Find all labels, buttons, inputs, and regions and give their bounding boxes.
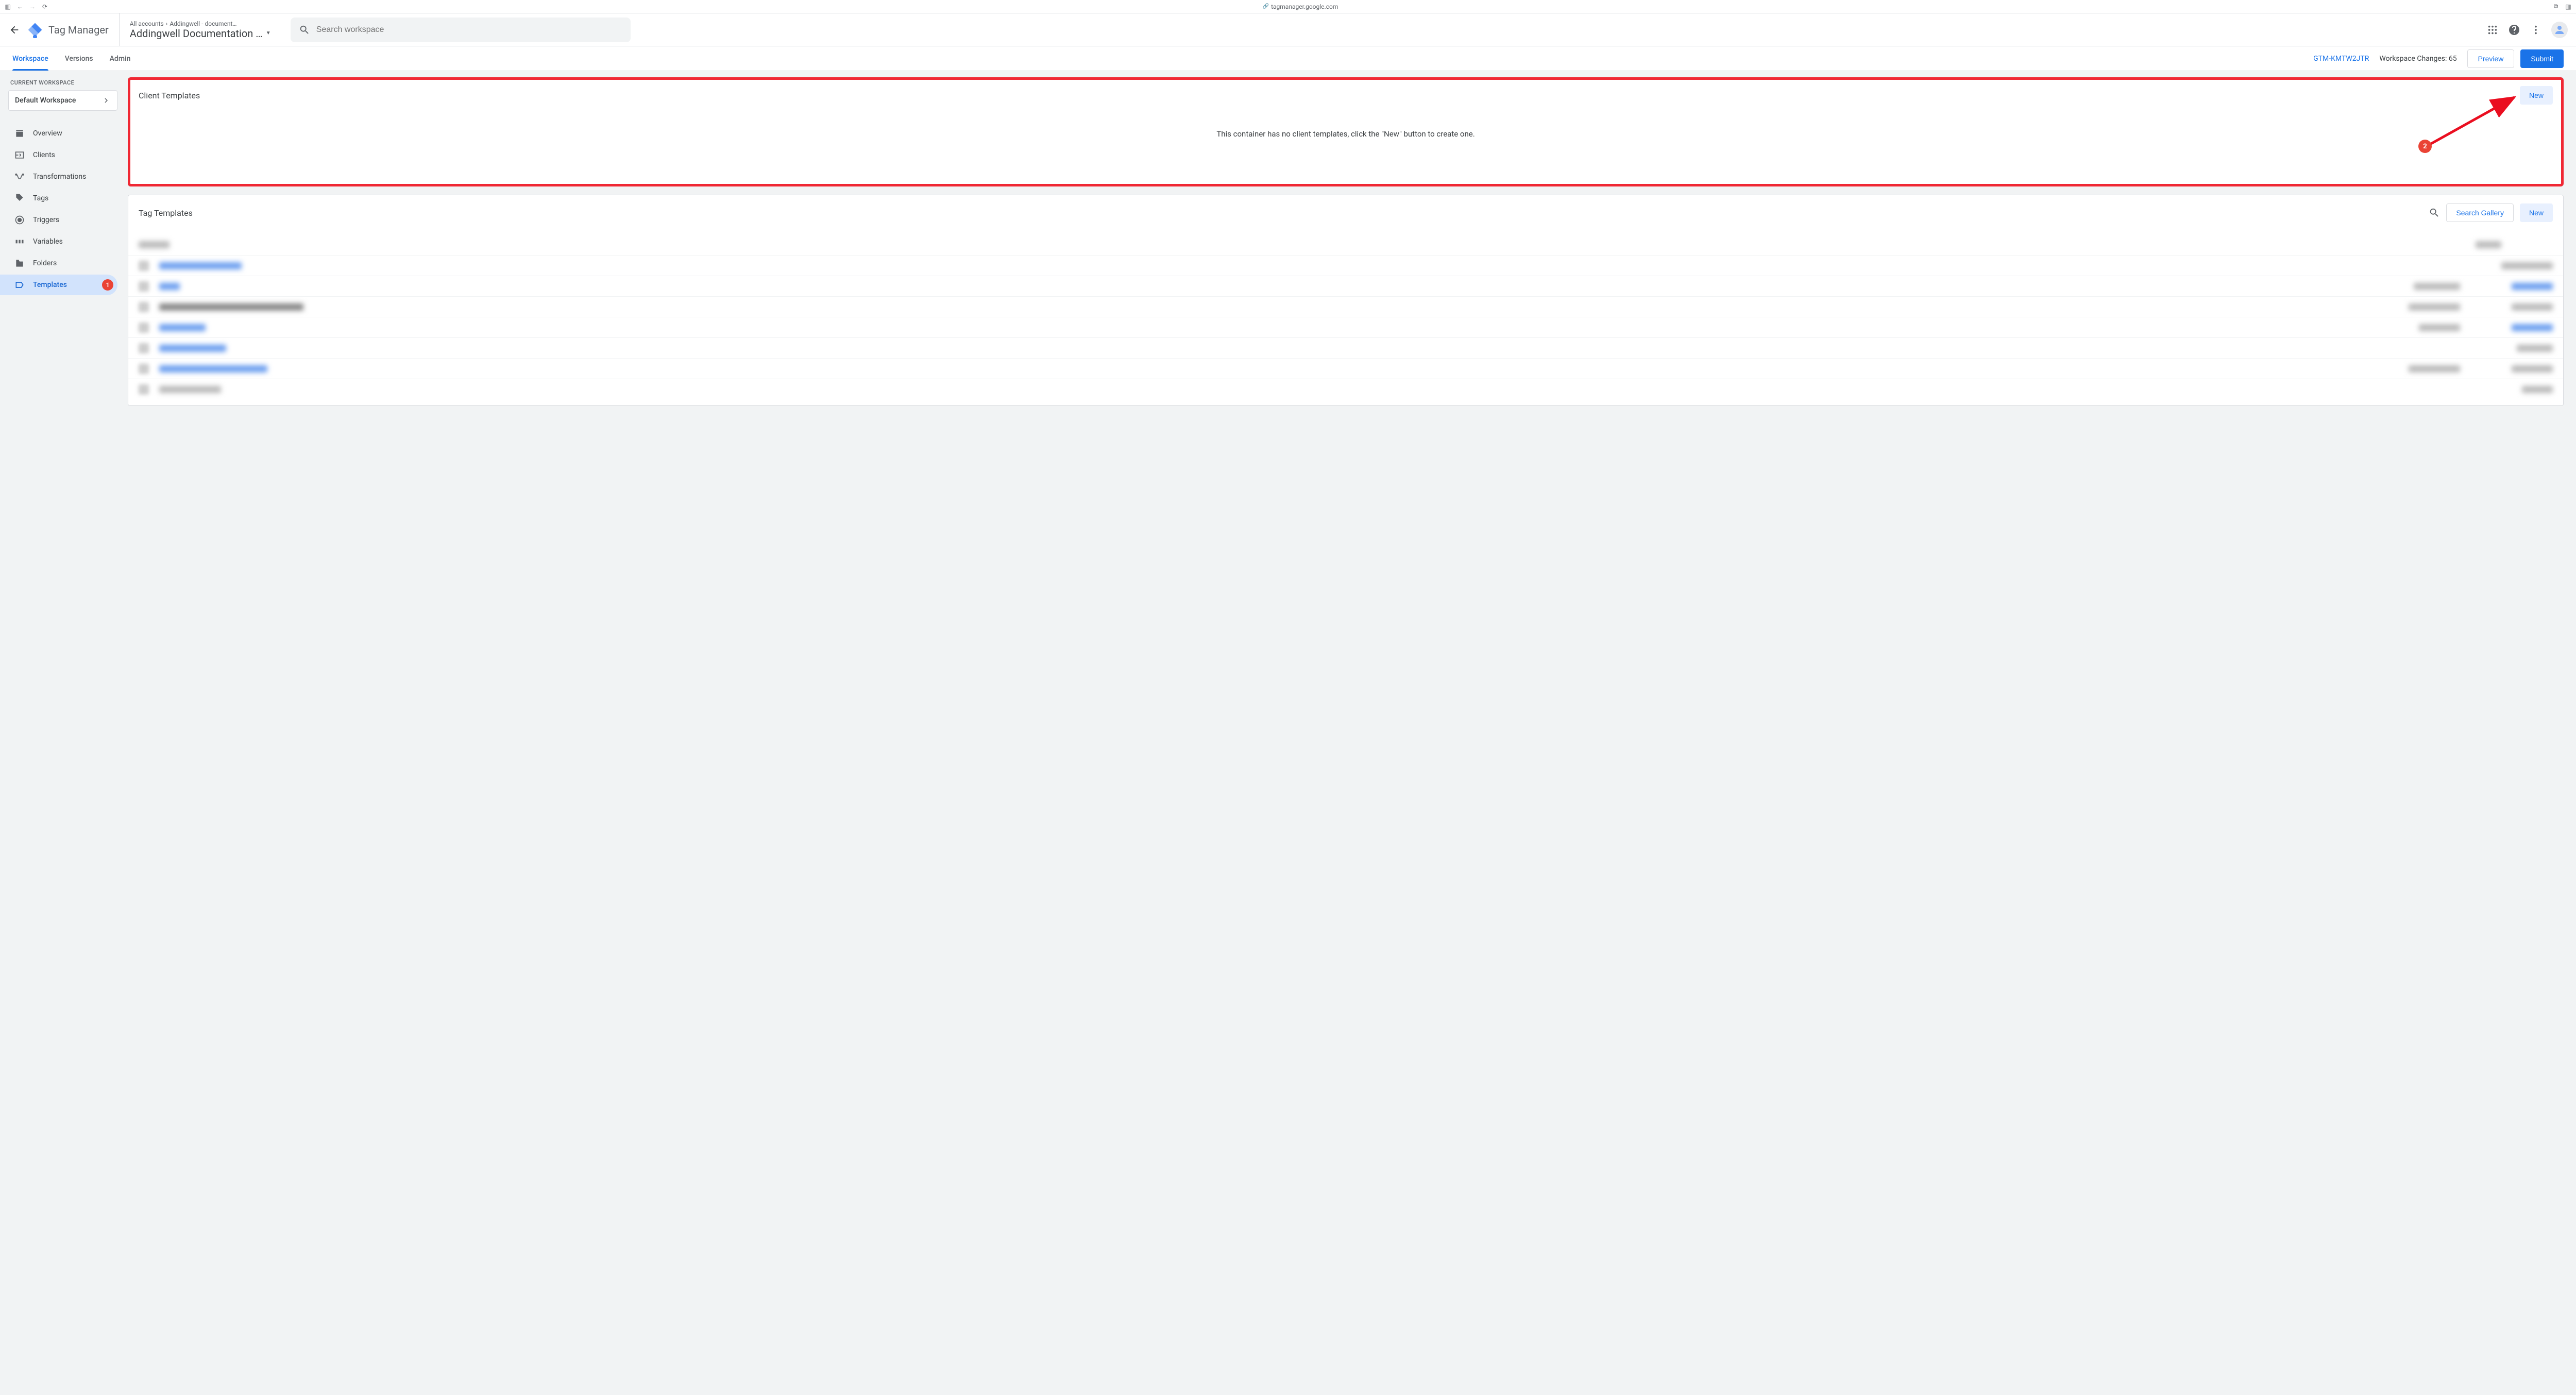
tag-templates-list: [128, 230, 2563, 405]
breadcrumb: All accounts › Addingwell - document…: [130, 20, 284, 27]
tag-templates-panel: Tag Templates Search Gallery New: [128, 195, 2564, 406]
triggers-icon: [14, 215, 25, 225]
back-button[interactable]: [8, 24, 21, 36]
header-actions: [2486, 22, 2568, 38]
gtm-logo-icon: [27, 22, 43, 38]
empty-state-message: This container has no client templates, …: [128, 113, 2563, 167]
product-logo-block[interactable]: Tag Manager: [27, 13, 120, 46]
sidebar-item-tags[interactable]: Tags: [0, 188, 117, 209]
search-box[interactable]: [291, 18, 631, 42]
browser-forward-icon[interactable]: →: [29, 3, 36, 10]
sidebar-item-transformations[interactable]: Transformations: [0, 166, 117, 187]
annotation-badge-2: 2: [2418, 140, 2432, 153]
sidebar-item-variables[interactable]: Variables: [0, 231, 117, 252]
chevron-right-icon: [101, 96, 111, 105]
browser-reload-icon[interactable]: ⟳: [41, 3, 48, 10]
breadcrumb-account: Addingwell - document…: [170, 20, 236, 27]
annotation-badge-1: 1: [102, 279, 113, 291]
caret-down-icon: ▼: [266, 30, 271, 36]
browser-url[interactable]: 🔗 tagmanager.google.com: [1263, 3, 1338, 10]
sidebar-item-label: Transformations: [33, 173, 86, 181]
sidebar-item-label: Clients: [33, 151, 55, 159]
sidebar: CURRENT WORKSPACE Default Workspace Over…: [0, 71, 124, 1395]
sidebar-item-folders[interactable]: Folders: [0, 253, 117, 274]
preview-button[interactable]: Preview: [2467, 49, 2515, 68]
body: CURRENT WORKSPACE Default Workspace Over…: [0, 71, 2576, 1395]
sidebar-item-templates[interactable]: Templates 1: [0, 275, 117, 295]
sidebar-item-label: Variables: [33, 237, 63, 246]
account-avatar[interactable]: [2551, 22, 2568, 38]
templates-icon: [14, 280, 25, 290]
sidebar-item-label: Tags: [33, 194, 48, 202]
panel-title: Tag Templates: [139, 208, 193, 218]
product-name: Tag Manager: [48, 24, 109, 36]
table-row[interactable]: [128, 317, 2563, 337]
tab-workspace-label: Workspace: [12, 55, 48, 63]
panel-title: Client Templates: [139, 91, 200, 100]
table-row[interactable]: [128, 255, 2563, 276]
submit-button[interactable]: Submit: [2520, 49, 2564, 68]
sidebar-item-clients[interactable]: Clients: [0, 145, 117, 165]
sidebar-item-label: Folders: [33, 259, 57, 267]
browser-toolbar: ▥ ← → ⟳ 🔗 tagmanager.google.com ⧉ ▥: [0, 0, 2576, 13]
sidebar-item-label: Triggers: [33, 216, 59, 224]
sidebar-item-triggers[interactable]: Triggers: [0, 210, 117, 230]
container-selector[interactable]: All accounts › Addingwell - document… Ad…: [120, 20, 284, 40]
sidebar-nav: Overview Clients Transformations Tags Tr…: [8, 123, 117, 295]
app-header: Tag Manager All accounts › Addingwell - …: [0, 13, 2576, 46]
transformations-icon: [14, 172, 25, 182]
browser-tabs-icon[interactable]: ▥: [2565, 3, 2572, 10]
workspace-selector[interactable]: Default Workspace: [8, 90, 117, 111]
subheader: Workspace Versions Admin GTM-KMTW2JTR Wo…: [0, 46, 2576, 71]
main-content: Client Templates New This container has …: [124, 71, 2576, 1395]
workspace-changes[interactable]: Workspace Changes: 65: [2379, 55, 2456, 63]
table-row[interactable]: [128, 296, 2563, 317]
browser-back-icon[interactable]: ←: [16, 3, 24, 10]
sidebar-item-label: Templates: [33, 281, 67, 289]
tab-admin-label: Admin: [110, 55, 131, 63]
main-tabs: Workspace Versions Admin: [12, 46, 130, 71]
folders-icon: [14, 258, 25, 268]
container-name: Addingwell Documentation …: [130, 27, 263, 40]
current-workspace-label: CURRENT WORKSPACE: [8, 79, 117, 86]
lock-icon: 🔗: [1263, 4, 1269, 9]
overview-icon: [14, 128, 25, 139]
search-icon: [299, 24, 310, 36]
search-icon[interactable]: [2429, 207, 2440, 218]
tags-icon: [14, 193, 25, 203]
apps-icon[interactable]: [2486, 24, 2499, 36]
more-vert-icon[interactable]: [2530, 24, 2542, 36]
sidebar-item-label: Overview: [33, 129, 62, 138]
tab-admin[interactable]: Admin: [110, 46, 131, 71]
tab-versions[interactable]: Versions: [65, 46, 93, 71]
table-row[interactable]: [128, 379, 2563, 399]
tab-workspace[interactable]: Workspace: [12, 46, 48, 71]
container-id[interactable]: GTM-KMTW2JTR: [2313, 55, 2369, 63]
sidebar-item-overview[interactable]: Overview: [0, 123, 117, 144]
workspace-name: Default Workspace: [15, 96, 76, 105]
variables-icon: [14, 236, 25, 247]
tab-versions-label: Versions: [65, 55, 93, 63]
search-input[interactable]: [316, 25, 622, 35]
browser-url-text: tagmanager.google.com: [1271, 3, 1338, 10]
help-icon[interactable]: [2508, 24, 2520, 36]
sidebar-toggle-icon[interactable]: ▥: [4, 3, 11, 10]
browser-extension-icon[interactable]: ⧉: [2552, 3, 2560, 10]
table-row[interactable]: [128, 337, 2563, 358]
client-templates-panel: Client Templates New This container has …: [128, 77, 2564, 186]
table-row[interactable]: [128, 234, 2563, 255]
chevron-right-icon: ›: [166, 20, 168, 27]
table-row[interactable]: [128, 276, 2563, 296]
new-tag-template-button[interactable]: New: [2520, 203, 2553, 222]
clients-icon: [14, 150, 25, 160]
table-row[interactable]: [128, 358, 2563, 379]
breadcrumb-root: All accounts: [130, 20, 164, 27]
search-gallery-button[interactable]: Search Gallery: [2446, 203, 2514, 222]
new-client-template-button[interactable]: New: [2520, 86, 2553, 105]
